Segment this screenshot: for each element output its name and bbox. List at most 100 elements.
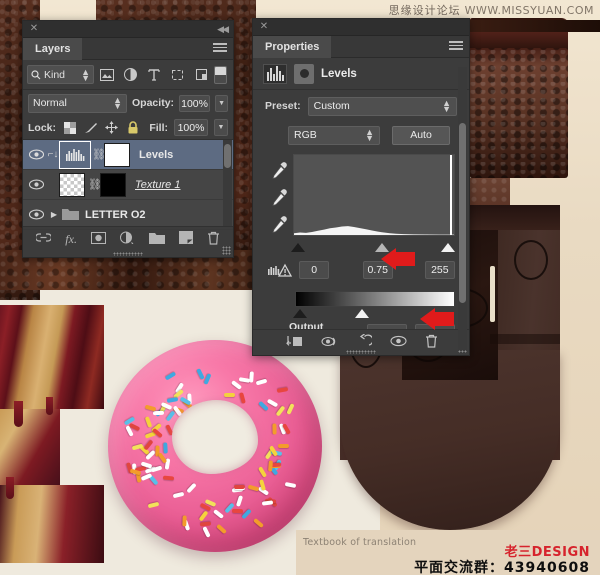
layers-scrollbar-thumb[interactable] — [224, 144, 231, 168]
collapse-panel-icon[interactable]: ◀◀ — [217, 24, 229, 35]
donut-sprinkle — [195, 368, 205, 381]
donut-sprinkle — [238, 392, 246, 405]
layers-scrollbar[interactable] — [223, 140, 232, 226]
layer-list: ⌐↓ ⛓ Levels ⛓ Texture 1 ▶ LETTER O2 — [23, 140, 233, 230]
close-icon[interactable]: ✕ — [259, 22, 269, 32]
smartobject-filter-icon[interactable] — [191, 65, 213, 85]
set-black-point-eyedropper-icon[interactable] — [271, 162, 289, 180]
donut-sprinkle — [258, 466, 268, 478]
input-black-slider[interactable] — [291, 243, 305, 252]
fill-dropdown-icon[interactable]: ▼ — [214, 119, 228, 136]
chevron-updown-icon[interactable]: ▲ ▼ — [81, 67, 90, 82]
auto-button[interactable]: Auto — [392, 125, 450, 145]
layer-mask-thumbnail-texture-1[interactable] — [100, 172, 126, 197]
close-icon[interactable]: ✕ — [29, 24, 39, 34]
donut-sprinkle — [257, 401, 269, 412]
output-black-slider[interactable] — [293, 309, 307, 318]
layer-filter-kind-select[interactable]: Kind ▲ ▼ — [27, 65, 94, 84]
tab-properties[interactable]: Properties — [253, 36, 332, 58]
donut-sprinkle — [164, 371, 177, 381]
eye-icon[interactable] — [25, 149, 47, 160]
layer-style-fx-icon[interactable]: fx. — [65, 232, 77, 247]
preset-select[interactable]: Custom ▲ ▼ — [307, 96, 457, 116]
eye-icon[interactable] — [25, 209, 47, 220]
donut-sprinkle — [275, 405, 286, 417]
arrow-pointing-at-output-white-field — [420, 308, 454, 330]
reset-adjustment-icon[interactable] — [357, 333, 374, 351]
layer-filter-row: Kind ▲ ▼ — [23, 60, 233, 90]
layer-thumbnail-texture-1[interactable] — [59, 172, 85, 197]
adjustment-filter-icon[interactable] — [120, 65, 142, 85]
lock-image-pixels-icon[interactable] — [83, 120, 98, 135]
add-layer-mask-icon[interactable] — [91, 231, 107, 247]
panel-drag-handle[interactable] — [113, 252, 143, 256]
filter-enable-toggle[interactable] — [214, 65, 228, 84]
panel-drag-handle[interactable] — [346, 350, 376, 354]
properties-scrollbar[interactable] — [458, 67, 467, 350]
chevron-right-icon[interactable]: ▶ — [47, 210, 61, 219]
input-black-level-field[interactable]: 0 — [299, 261, 330, 279]
delete-layer-icon[interactable] — [207, 231, 220, 248]
blend-mode-select[interactable]: Normal ▲ ▼ — [28, 93, 128, 113]
input-white-slider[interactable] — [441, 243, 455, 252]
link-layers-icon[interactable] — [34, 232, 53, 246]
properties-scrollbar-thumb[interactable] — [459, 123, 466, 303]
donut-sprinkle — [166, 410, 176, 422]
layer-row-levels[interactable]: ⌐↓ ⛓ Levels — [23, 140, 233, 170]
output-white-slider[interactable] — [355, 309, 369, 318]
lock-all-icon[interactable] — [125, 120, 140, 135]
output-gradient-bar[interactable] — [295, 291, 455, 307]
pixel-filter-icon[interactable] — [96, 65, 118, 85]
fill-label: Fill: — [149, 121, 168, 134]
layer-name-texture-1: Texture 1 — [135, 178, 181, 191]
opacity-input[interactable]: 100% — [179, 94, 211, 112]
chevron-updown-icon[interactable]: ▲ ▼ — [442, 99, 451, 114]
levels-histogram-icon[interactable] — [263, 63, 287, 84]
donut-sprinkle — [163, 442, 168, 454]
folder-icon — [61, 207, 79, 223]
panel-menu-icon[interactable] — [449, 41, 463, 53]
toggle-layer-visibility-icon[interactable] — [389, 335, 407, 350]
layer-mask-thumbnail[interactable] — [104, 142, 130, 167]
histogram-curve — [294, 226, 454, 235]
donut-sprinkle — [247, 484, 260, 492]
eye-icon[interactable] — [25, 179, 47, 190]
new-group-icon[interactable] — [148, 232, 165, 247]
donut-sprinkle — [198, 510, 209, 522]
lock-transparent-pixels-icon[interactable] — [62, 120, 77, 135]
donut-sprinkle — [249, 371, 255, 383]
input-white-level-field[interactable]: 255 — [424, 261, 455, 279]
levels-thumbnail-selected[interactable] — [59, 140, 91, 169]
set-white-point-eyedropper-icon[interactable] — [271, 216, 289, 234]
toggle-previous-state-icon[interactable] — [320, 335, 339, 351]
lock-position-icon[interactable] — [104, 120, 119, 135]
link-mask-icon[interactable]: ⛓ — [88, 178, 102, 191]
clip-to-layer-icon[interactable] — [285, 335, 303, 351]
layer-name-levels: Levels — [139, 148, 174, 161]
new-adjustment-layer-icon[interactable] — [120, 231, 134, 247]
donut-sprinkle — [186, 482, 197, 494]
fill-input[interactable]: 100% — [174, 119, 208, 136]
chevron-updown-icon[interactable]: ▲ ▼ — [113, 96, 122, 111]
panel-resize-grip[interactable] — [222, 246, 231, 255]
type-filter-icon[interactable] — [143, 65, 165, 85]
link-mask-icon[interactable]: ⛓ — [92, 148, 106, 161]
new-layer-icon[interactable] — [178, 231, 193, 247]
layer-row-group-letter-o2[interactable]: ▶ LETTER O2 — [23, 200, 233, 230]
delete-adjustment-icon[interactable] — [425, 334, 438, 351]
histogram-warning-icon[interactable] — [267, 263, 293, 278]
arrow-pointing-at-gamma-field — [381, 248, 415, 270]
levels-histogram-display[interactable] — [293, 154, 455, 236]
channel-select[interactable]: RGB ▲ ▼ — [288, 125, 380, 145]
chevron-updown-icon[interactable]: ▲ ▼ — [365, 128, 374, 143]
opacity-dropdown-icon[interactable]: ▼ — [215, 94, 228, 112]
panel-menu-icon[interactable] — [213, 43, 227, 55]
donut-sprinkle — [216, 524, 227, 535]
layer-mask-icon[interactable] — [294, 63, 314, 84]
input-levels-slider-track[interactable] — [291, 240, 455, 252]
tab-layers[interactable]: Layers — [23, 38, 83, 60]
set-gray-point-eyedropper-icon[interactable] — [271, 189, 289, 207]
artwork-letter-2 — [0, 305, 104, 563]
layer-row-texture-1[interactable]: ⛓ Texture 1 — [23, 170, 233, 200]
shape-filter-icon[interactable] — [167, 65, 189, 85]
